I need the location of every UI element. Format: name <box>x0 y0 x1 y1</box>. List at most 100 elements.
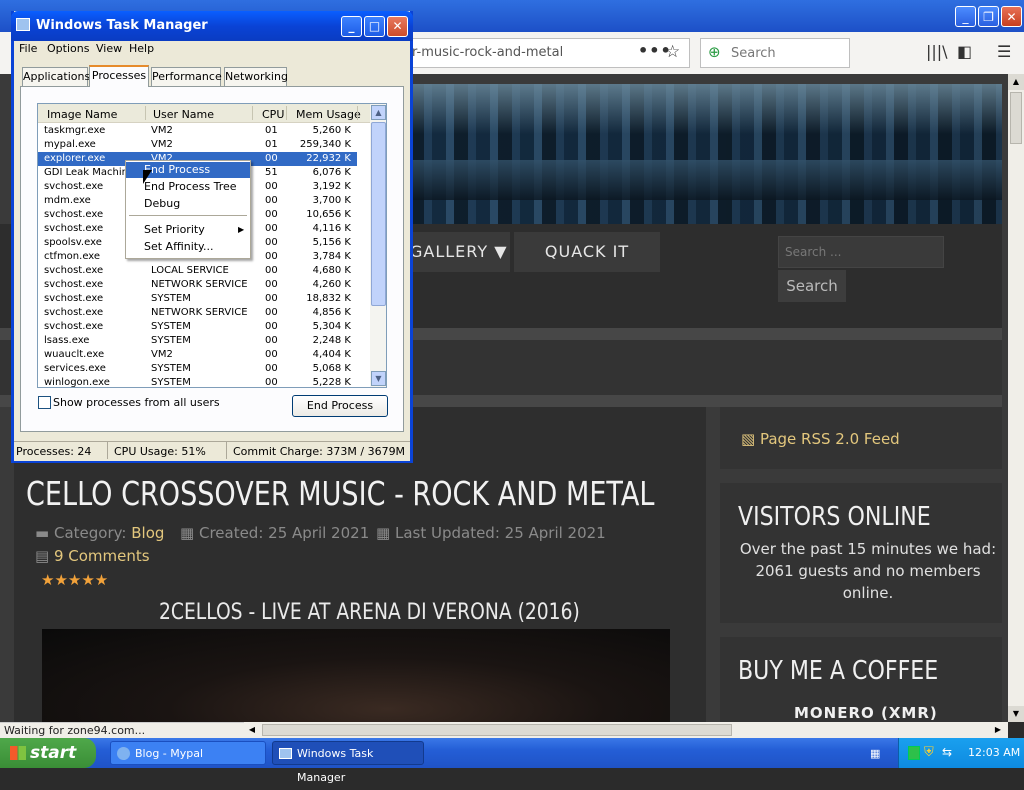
table-row[interactable]: svchost.exe SYSTEM 00 18,832 K <box>38 292 357 306</box>
category-link[interactable]: Blog <box>131 524 164 542</box>
list-scroll-up-icon[interactable]: ▲ <box>371 105 386 120</box>
bookmark-star-icon[interactable]: ☆ <box>665 42 680 62</box>
column-divider[interactable] <box>252 106 253 120</box>
table-row[interactable]: svchost.exe SYSTEM 00 5,304 K <box>38 320 357 334</box>
scroll-right-icon[interactable]: ▶ <box>990 722 1006 738</box>
table-row[interactable]: winlogon.exe SYSTEM 00 5,228 K <box>38 376 357 390</box>
start-button[interactable]: start <box>0 738 96 768</box>
col-user-name[interactable]: User Name <box>153 108 214 121</box>
process-user-name: SYSTEM <box>151 335 191 346</box>
taskbar-item-browser[interactable]: Blog - Mypal <box>110 741 266 765</box>
table-row[interactable]: taskmgr.exe VM2 01 5,260 K <box>38 124 357 138</box>
taskbar-item-task-manager-label[interactable]: Windows Task Manager <box>297 747 373 784</box>
process-cpu: 00 <box>265 363 278 374</box>
process-mem-usage: 4,260 K <box>312 279 351 290</box>
menu-view[interactable]: View <box>96 42 122 55</box>
sidebar-icon[interactable]: ◧ <box>957 42 972 61</box>
process-image-name: svchost.exe <box>44 181 104 192</box>
rss-icon: ▧ <box>741 430 756 448</box>
page-vertical-scrollbar[interactable] <box>1008 74 1024 722</box>
column-divider[interactable] <box>357 106 358 120</box>
table-row[interactable]: services.exe SYSTEM 00 5,068 K <box>38 362 357 376</box>
scroll-up-icon[interactable]: ▲ <box>1008 74 1024 90</box>
table-row[interactable]: mypal.exe VM2 01 259,340 K <box>38 138 357 152</box>
site-search-input[interactable]: Search ... <box>778 236 944 268</box>
scroll-left-icon[interactable]: ◀ <box>244 722 260 738</box>
end-process-button[interactable]: End Process <box>292 395 388 417</box>
table-row[interactable]: svchost.exe LOCAL SERVICE 00 4,680 K <box>38 264 357 278</box>
coffee-title: BUY ME A COFFEE <box>738 656 939 686</box>
task-manager-icon <box>279 748 292 759</box>
scroll-down-icon[interactable]: ▼ <box>1008 706 1024 722</box>
comments-link[interactable]: 9 Comments <box>54 547 150 565</box>
article-comments: ▤ 9 Comments <box>35 547 150 565</box>
search-engine-icon[interactable]: ⊕ <box>708 43 721 61</box>
page-horizontal-scrollbar-thumb[interactable] <box>262 724 732 736</box>
browser-search-placeholder[interactable]: Search <box>731 46 776 61</box>
ctx-set-priority[interactable]: Set Priority <box>126 222 250 238</box>
network-icon[interactable]: ⇆ <box>942 745 952 759</box>
security-shield-icon[interactable]: ⛨ <box>924 745 934 760</box>
nav-quack-it[interactable]: QUACK IT <box>514 232 660 272</box>
tab-performance[interactable]: Performance <box>151 67 222 86</box>
rss-link[interactable]: ▧ Page RSS 2.0 Feed <box>741 430 900 448</box>
page-vertical-scrollbar-thumb[interactable] <box>1010 92 1022 144</box>
col-mem-usage[interactable]: Mem Usage <box>296 108 361 121</box>
process-image-name: mypal.exe <box>44 139 96 150</box>
site-search-button[interactable]: Search <box>778 270 846 302</box>
clock[interactable]: 12:03 AM <box>968 746 1020 759</box>
process-cpu: 51 <box>265 167 278 178</box>
nav-gallery[interactable]: GALLERY ▼ <box>410 232 510 272</box>
rating-stars[interactable]: ★★★★★ <box>41 571 108 589</box>
ctx-debug[interactable]: Debug <box>126 196 250 212</box>
list-scroll-down-icon[interactable]: ▼ <box>371 371 386 386</box>
browser-minimize-button[interactable]: _ <box>955 6 976 27</box>
network-monitor-icon[interactable] <box>908 746 920 760</box>
table-row[interactable]: wuauclt.exe VM2 00 4,404 K <box>38 348 357 362</box>
browser-restore-button[interactable]: ❐ <box>978 6 999 27</box>
status-divider <box>107 442 108 459</box>
table-row[interactable]: svchost.exe NETWORK SERVICE 00 4,260 K <box>38 278 357 292</box>
hamburger-menu-icon[interactable]: ☰ <box>997 42 1011 61</box>
process-cpu: 00 <box>265 377 278 388</box>
start-label[interactable]: start <box>30 743 76 763</box>
table-row[interactable]: svchost.exe NETWORK SERVICE 00 4,856 K <box>38 306 357 320</box>
ctx-set-affinity[interactable]: Set Affinity... <box>126 239 250 255</box>
process-image-name: svchost.exe <box>44 223 104 234</box>
process-mem-usage: 3,784 K <box>312 251 351 262</box>
table-row[interactable]: lsass.exe SYSTEM 00 2,248 K <box>38 334 357 348</box>
rss-label[interactable]: Page RSS 2.0 Feed <box>760 430 900 448</box>
process-mem-usage: 4,680 K <box>312 265 351 276</box>
col-image-name[interactable]: Image Name <box>47 108 117 121</box>
column-divider[interactable] <box>286 106 287 120</box>
process-image-name: lsass.exe <box>44 335 90 346</box>
video-player[interactable] <box>42 629 670 729</box>
process-mem-usage: 5,068 K <box>312 363 351 374</box>
menu-help[interactable]: Help <box>129 42 154 55</box>
tm-close-button[interactable]: ✕ <box>387 16 408 37</box>
tm-minimize-button[interactable]: _ <box>341 16 362 37</box>
tab-processes[interactable]: Processes <box>89 65 149 87</box>
library-icon[interactable]: |||\ <box>926 42 948 61</box>
process-mem-usage: 2,248 K <box>312 335 351 346</box>
col-cpu[interactable]: CPU <box>262 108 284 121</box>
tab-applications[interactable]: Applications <box>22 67 90 86</box>
browser-close-button[interactable]: ✕ <box>1001 6 1022 27</box>
url-text[interactable]: r-music-rock-and-metal <box>412 45 563 60</box>
task-manager-app-icon[interactable] <box>16 18 30 31</box>
tab-networking[interactable]: Networking <box>224 67 288 86</box>
keyboard-icon[interactable]: ▦ <box>870 747 880 760</box>
column-divider[interactable] <box>145 106 146 120</box>
process-list-scrollbar-thumb[interactable] <box>371 122 386 306</box>
menu-file[interactable]: File <box>19 42 37 55</box>
calendar-icon: ▦ <box>180 524 195 542</box>
show-all-users-label[interactable]: Show processes from all users <box>53 396 220 409</box>
process-mem-usage: 259,340 K <box>299 139 351 150</box>
show-all-users-checkbox[interactable] <box>38 396 51 409</box>
tm-maximize-button[interactable]: □ <box>364 16 385 37</box>
status-cpu: CPU Usage: 51% <box>114 445 206 458</box>
status-commit: Commit Charge: 373M / 3679M <box>233 445 406 458</box>
taskbar-item-task-manager[interactable]: Windows Task Manager <box>272 741 424 784</box>
taskbar-item-browser-label[interactable]: Blog - Mypal <box>135 747 203 760</box>
menu-options[interactable]: Options <box>47 42 89 55</box>
